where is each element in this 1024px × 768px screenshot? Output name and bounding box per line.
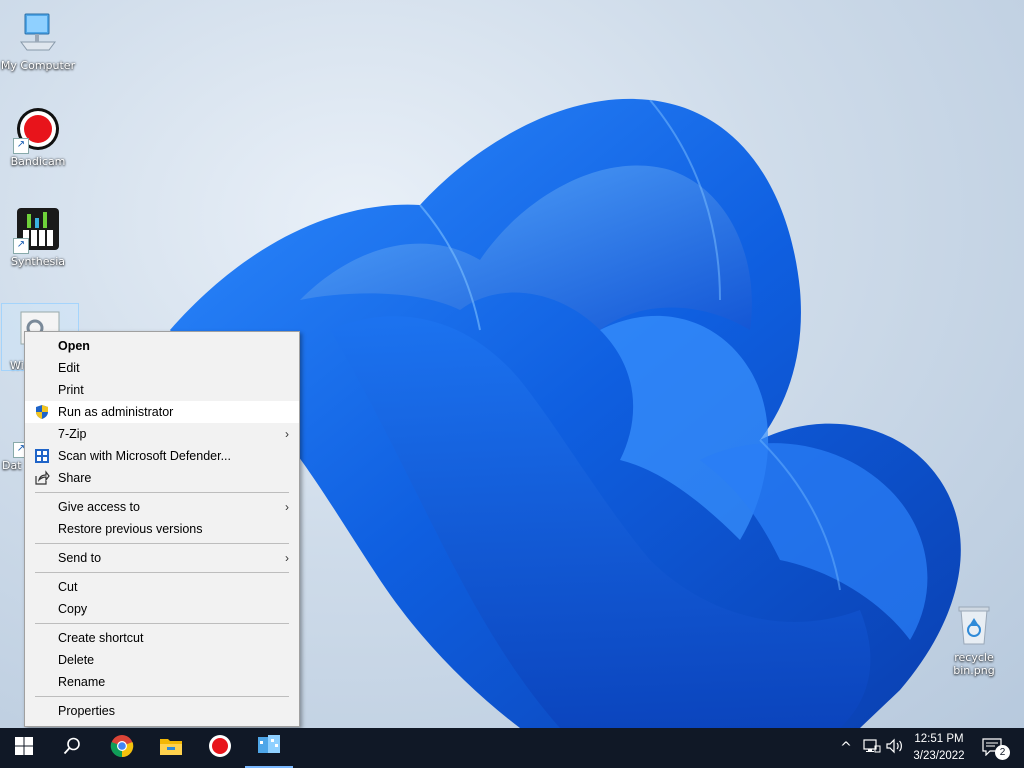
menu-item-label: Edit — [58, 361, 80, 375]
menu-item-label: Scan with Microsoft Defender... — [58, 449, 231, 463]
context-menu: Open Edit Print Run as administrator 7-Z… — [24, 331, 300, 727]
submenu-arrow-icon: › — [285, 551, 289, 565]
menu-item-label: Delete — [58, 653, 95, 667]
menu-item-label: Send to — [58, 551, 102, 565]
desktop-icon-label: My Computer — [0, 59, 76, 72]
menu-separator — [35, 623, 289, 624]
menu-item-label: Open — [58, 339, 90, 353]
menu-item-label: Copy — [58, 602, 88, 616]
menu-item-create-shortcut[interactable]: Create shortcut — [25, 627, 299, 649]
windows-start-icon — [15, 737, 33, 759]
clock-time: 12:51 PM — [914, 733, 964, 745]
menu-item-send-to[interactable]: Send to › — [25, 547, 299, 569]
share-icon — [34, 470, 50, 486]
menu-item-cut[interactable]: Cut — [25, 576, 299, 598]
desktop-icon-label: Synthesia — [10, 255, 66, 268]
desktop-icon-bandicam[interactable]: ↗ Bandicam — [0, 106, 76, 168]
uac-shield-icon — [34, 404, 50, 420]
menu-item-run-as-administrator[interactable]: Run as administrator — [25, 401, 299, 423]
menu-item-restore-versions[interactable]: Restore previous versions — [25, 518, 299, 540]
tray-network[interactable] — [860, 728, 884, 768]
menu-item-label: Share — [58, 471, 92, 485]
tray-overflow-chevron[interactable]: ^ — [836, 728, 856, 768]
menu-item-open[interactable]: Open — [25, 335, 299, 357]
synthesia-icon: ↗ — [13, 206, 61, 254]
desktop-icon-label: Bandicam — [10, 155, 66, 168]
taskbar-clock[interactable]: 12:51 PM 3/23/2022 — [902, 731, 976, 765]
menu-separator — [35, 696, 289, 697]
start-button[interactable] — [0, 728, 48, 768]
menu-item-label: Restore previous versions — [58, 522, 203, 536]
menu-item-label: Give access to — [58, 500, 140, 514]
menu-item-edit[interactable]: Edit — [25, 357, 299, 379]
chrome-icon — [110, 734, 134, 762]
bandicam-icon — [208, 734, 232, 762]
menu-item-label: 7-Zip — [58, 427, 87, 441]
recycle-bin-icon — [951, 602, 997, 648]
desktop[interactable]: My Computer ↗ Bandicam ↗ Synthesia Wi ↗ … — [0, 0, 1024, 728]
menu-item-scan-defender[interactable]: Scan with Microsoft Defender... — [25, 445, 299, 467]
menu-item-share[interactable]: Share — [25, 467, 299, 489]
menu-separator — [35, 543, 289, 544]
file-explorer-icon — [159, 735, 183, 761]
notification-icon: 2 — [982, 738, 1010, 760]
menu-item-delete[interactable]: Delete — [25, 649, 299, 671]
menu-item-label: Rename — [58, 675, 106, 689]
notification-count-badge: 2 — [995, 745, 1010, 760]
menu-item-label: Properties — [58, 704, 115, 718]
submenu-arrow-icon: › — [285, 500, 289, 514]
menu-separator — [35, 492, 289, 493]
taskbar-app-chrome[interactable] — [98, 728, 146, 768]
search-button[interactable] — [48, 728, 96, 768]
menu-item-label: Create shortcut — [58, 631, 144, 645]
menu-item-7zip[interactable]: 7-Zip › — [25, 423, 299, 445]
menu-item-rename[interactable]: Rename — [25, 671, 299, 693]
shortcut-arrow-icon: ↗ — [13, 238, 29, 254]
menu-item-label: Run as administrator — [58, 405, 174, 419]
taskbar-app-bandicam[interactable] — [196, 728, 244, 768]
menu-item-label: Cut — [58, 580, 78, 594]
menu-item-give-access[interactable]: Give access to › — [25, 496, 299, 518]
action-center-button[interactable]: 2 — [978, 728, 1010, 768]
menu-item-label: Print — [58, 383, 84, 397]
desktop-icon-recycle-bin-png[interactable]: recycle bin.png — [936, 602, 1012, 677]
search-icon — [63, 737, 81, 759]
desktop-icon-my-computer[interactable]: My Computer — [0, 10, 76, 72]
computer-icon — [15, 10, 61, 56]
desktop-icon-label: recycle bin.png — [953, 651, 995, 677]
taskbar: ^ 12:51 PM 3/23/2022 2 — [0, 728, 1024, 768]
submenu-arrow-icon: › — [285, 427, 289, 441]
network-icon — [863, 738, 881, 758]
app-window-icon — [256, 733, 282, 761]
clock-date: 3/23/2022 — [913, 750, 965, 762]
menu-item-properties[interactable]: Properties — [25, 700, 299, 722]
taskbar-app-file-explorer[interactable] — [147, 728, 195, 768]
taskbar-app-active-window[interactable] — [245, 728, 293, 768]
menu-item-print[interactable]: Print — [25, 379, 299, 401]
desktop-icon-synthesia[interactable]: ↗ Synthesia — [0, 206, 76, 268]
bandicam-icon: ↗ — [13, 106, 61, 154]
menu-separator — [35, 572, 289, 573]
menu-item-copy[interactable]: Copy — [25, 598, 299, 620]
shortcut-arrow-icon: ↗ — [13, 138, 29, 154]
defender-icon — [34, 448, 50, 464]
chevron-up-icon: ^ — [840, 740, 852, 756]
